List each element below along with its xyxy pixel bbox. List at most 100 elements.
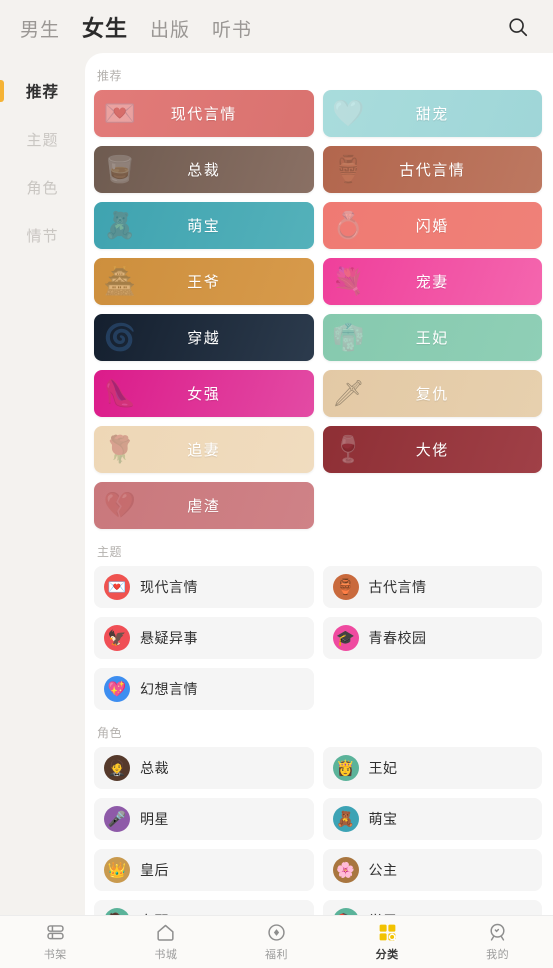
tab-publish[interactable]: 出版 xyxy=(150,15,190,42)
tabbar-item-mine[interactable]: 我的 xyxy=(442,916,553,968)
avatar: 💌 xyxy=(104,574,130,600)
list-item[interactable]: 📚学霸 xyxy=(322,900,542,915)
avatar: 👸 xyxy=(332,755,359,781)
recommend-card-label: 总裁 xyxy=(187,162,221,179)
section-title-theme: 主题 xyxy=(97,545,123,559)
recommend-card[interactable]: 🥃 总裁 xyxy=(94,146,314,193)
bottom-tabbar: 书架 书城 福利 分类 我的 xyxy=(0,915,553,968)
recommend-card-label: 王妃 xyxy=(415,330,449,347)
card-artwork-icon: 🏺 xyxy=(332,154,365,184)
grid-icon xyxy=(377,922,398,943)
recommend-card-label: 现代言情 xyxy=(170,106,237,123)
card-artwork-icon: 💔 xyxy=(103,490,137,520)
list-item-label: 王妃 xyxy=(368,760,398,776)
recommend-card-label: 追妻 xyxy=(187,442,221,459)
avatar: 🧸 xyxy=(332,806,359,832)
recommend-card-label: 王爷 xyxy=(187,274,221,291)
list-item[interactable]: 🤵 总裁 xyxy=(94,747,314,789)
recommend-card[interactable]: 🤍 甜宠 xyxy=(322,90,542,137)
sidebar-item-label: 推荐 xyxy=(25,84,59,101)
category-tabs: 男生 女生 出版 听书 xyxy=(20,11,252,43)
search-icon xyxy=(509,17,528,36)
role-grid: 🤵 总裁 👸 王妃 🎤 明星 🧸 萌宝 👑 皇后 🌸 公主 💁女配 📚学霸 xyxy=(94,747,542,915)
top-header: 男生 女生 出版 听书 xyxy=(0,0,553,53)
bookshelf-icon xyxy=(45,922,66,943)
recommend-card[interactable]: 🗡 复仇 xyxy=(322,370,542,417)
avatar: 🤵 xyxy=(104,755,130,781)
tab-audiobook[interactable]: 听书 xyxy=(212,15,252,42)
theme-grid: 💌 现代言情 🏺 古代言情 🦅 悬疑异事 🎓 青春校园 💖 幻想言情 xyxy=(94,566,542,710)
list-item-label: 青春校园 xyxy=(368,630,427,646)
recommend-card-label: 古代言情 xyxy=(399,162,466,179)
recommend-card[interactable]: 🏺 古代言情 xyxy=(322,146,542,193)
list-item[interactable]: 👸 王妃 xyxy=(322,747,542,789)
recommend-card-label: 虐渣 xyxy=(187,498,221,515)
list-item-label: 悬疑异事 xyxy=(140,630,198,646)
sidebar-item-role[interactable]: 角色 xyxy=(0,163,85,211)
list-item-label: 皇后 xyxy=(140,862,169,878)
tabbar-label: 福利 xyxy=(264,949,288,961)
home-icon xyxy=(155,922,176,943)
card-artwork-icon: 🧸 xyxy=(103,210,137,240)
tabbar-item-bookstore[interactable]: 书城 xyxy=(111,916,222,968)
sidebar-item-recommend[interactable]: 推荐 xyxy=(0,67,85,115)
card-artwork-icon: 🤍 xyxy=(332,98,365,128)
list-item[interactable]: 💌 现代言情 xyxy=(94,566,314,608)
tabbar-item-welfare[interactable]: 福利 xyxy=(221,916,332,968)
list-item[interactable]: 💖 幻想言情 xyxy=(94,668,314,710)
recommend-card[interactable]: 🌀 穿越 xyxy=(94,314,314,361)
recommend-card-label: 女强 xyxy=(187,386,221,403)
recommend-card[interactable]: 💐 宠妻 xyxy=(322,258,542,305)
list-item[interactable]: 🏺 古代言情 xyxy=(322,566,542,608)
sidebar-item-label: 角色 xyxy=(26,179,59,197)
avatar: 📚 xyxy=(332,908,359,915)
tabbar-item-bookshelf[interactable]: 书架 xyxy=(0,916,111,968)
list-item-label: 古代言情 xyxy=(368,579,427,595)
sidebar-item-plot[interactable]: 情节 xyxy=(0,211,85,259)
list-item[interactable]: 🌸 公主 xyxy=(322,849,542,891)
list-item-label: 幻想言情 xyxy=(140,681,198,697)
sidebar-item-theme[interactable]: 主题 xyxy=(0,115,85,163)
avatar: 👑 xyxy=(104,857,130,883)
list-item-label: 总裁 xyxy=(140,760,169,776)
tab-female[interactable]: 女生 xyxy=(82,11,128,43)
recommend-card-label: 复仇 xyxy=(415,386,449,403)
card-artwork-icon: 🍷 xyxy=(332,434,365,464)
content-panel: 推荐 💌 现代言情 🤍 甜宠 🥃 总裁 🏺 古代言情 🧸 萌宝 💍 闪婚 🏯 王爷 💐 宠妻 🌀 穿越 👘 王妃 👠 女强… xyxy=(85,53,553,915)
card-artwork-icon: 👠 xyxy=(103,378,137,408)
recommend-card[interactable]: 💔 虐渣 xyxy=(94,482,314,529)
list-item[interactable]: 🎤 明星 xyxy=(94,798,314,840)
recommend-card[interactable]: 🌹 追妻 xyxy=(94,426,314,473)
tabbar-item-category[interactable]: 分类 xyxy=(332,916,443,968)
recommend-card-label: 萌宝 xyxy=(187,218,221,235)
recommend-card[interactable]: 🍷 大佬 xyxy=(322,426,542,473)
tabbar-label: 书城 xyxy=(154,949,178,961)
list-item[interactable]: 👑 皇后 xyxy=(94,849,314,891)
avatar: 🏺 xyxy=(332,574,359,600)
content-scroll[interactable]: 推荐 💌 现代言情 🤍 甜宠 🥃 总裁 🏺 古代言情 🧸 萌宝 💍 闪婚 🏯 王爷 💐 宠妻 🌀 穿越 👘 王妃 👠 女强… xyxy=(85,53,553,915)
recommend-card-label: 甜宠 xyxy=(415,106,449,123)
list-item[interactable]: 🦅 悬疑异事 xyxy=(94,617,314,659)
list-item[interactable]: 🧸 萌宝 xyxy=(322,798,542,840)
recommend-card-label: 宠妻 xyxy=(415,274,449,291)
recommend-card[interactable]: 💌 现代言情 xyxy=(94,90,314,137)
tabbar-label: 分类 xyxy=(375,949,399,961)
card-artwork-icon: 🗡 xyxy=(331,378,365,408)
search-button[interactable] xyxy=(501,10,535,44)
recommend-card[interactable]: 💍 闪婚 xyxy=(322,202,542,249)
recommend-card[interactable]: 👘 王妃 xyxy=(322,314,542,361)
recommend-card[interactable]: 🏯 王爷 xyxy=(94,258,314,305)
recommend-card-label: 闪婚 xyxy=(415,218,449,235)
recommend-card-label: 穿越 xyxy=(187,330,221,347)
recommend-card[interactable]: 🧸 萌宝 xyxy=(94,202,314,249)
card-artwork-icon: 🏯 xyxy=(103,266,137,296)
list-item[interactable]: 🎓 青春校园 xyxy=(322,617,542,659)
person-icon xyxy=(487,922,508,943)
recommend-grid: 💌 现代言情 🤍 甜宠 🥃 总裁 🏺 古代言情 🧸 萌宝 💍 闪婚 🏯 王爷 💐 宠妻 🌀 穿越 👘 王妃 👠 女强 🗡 复仇… xyxy=(94,90,542,529)
section-title-role: 角色 xyxy=(97,726,123,740)
avatar: 🎤 xyxy=(104,806,130,832)
tab-male[interactable]: 男生 xyxy=(20,15,60,42)
recommend-card[interactable]: 👠 女强 xyxy=(94,370,314,417)
list-item[interactable]: 💁女配 xyxy=(94,900,314,915)
card-artwork-icon: 🌀 xyxy=(103,322,137,352)
